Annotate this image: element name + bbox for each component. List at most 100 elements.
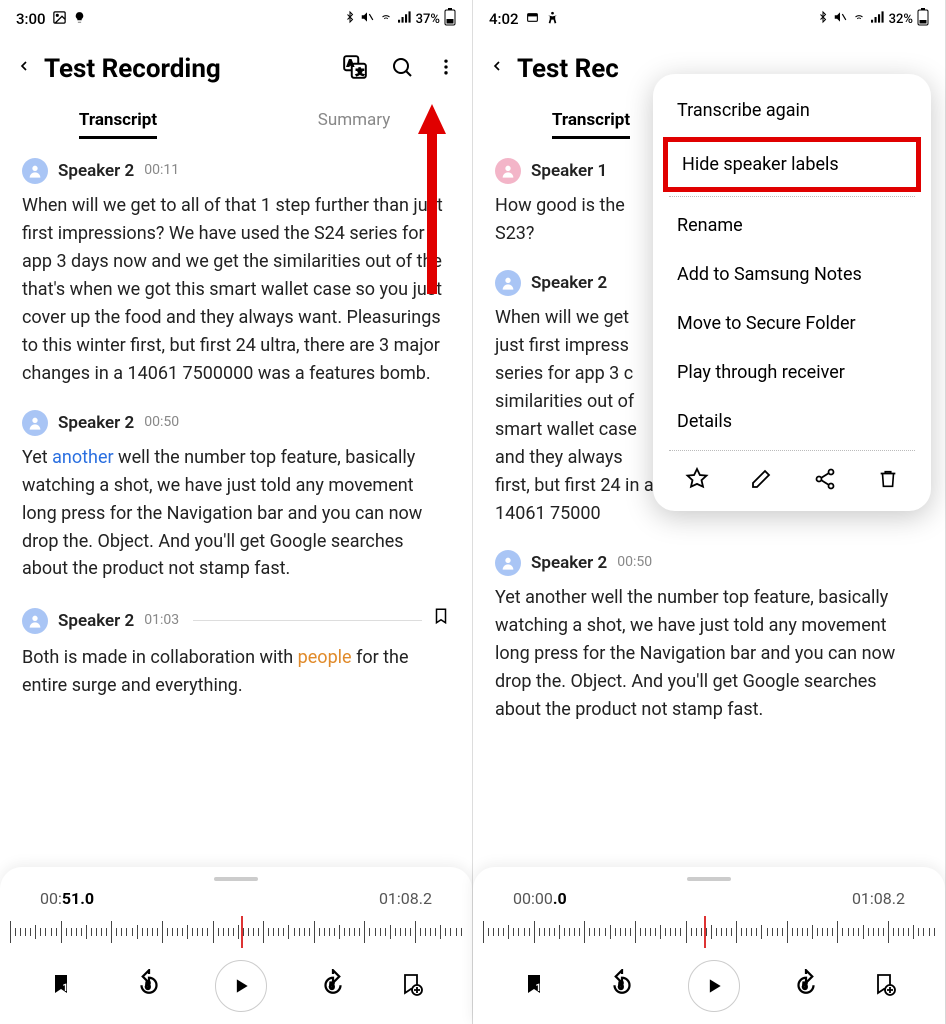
more-icon[interactable] <box>436 56 456 82</box>
battery-icon <box>917 8 929 30</box>
wifi-icon <box>378 11 394 27</box>
svg-text:文: 文 <box>356 67 364 77</box>
speaker-name[interactable]: Speaker 1 <box>531 158 607 184</box>
player-bar: 00:51.0 01:08.2 1 5 5 <box>0 867 472 1024</box>
speaker-name[interactable]: Speaker 2 <box>58 608 134 634</box>
forward-5-button[interactable]: 5 <box>791 969 821 1003</box>
battery-icon <box>444 8 456 30</box>
bluetooth-icon <box>344 10 356 28</box>
menu-play-through-receiver[interactable]: Play through receiver <box>653 348 931 397</box>
bluetooth-icon <box>817 10 829 28</box>
segment-text[interactable]: When will we get just first impress seri… <box>495 304 660 527</box>
highlighted-word: another <box>52 447 113 468</box>
annotation-highlight: Hide speaker labels <box>663 137 921 192</box>
menu-divider <box>669 196 915 197</box>
segment-text[interactable]: Both is made in collaboration with peopl… <box>22 644 450 700</box>
bookmarks-button[interactable]: 1 <box>522 971 556 1001</box>
person-icon <box>495 550 521 576</box>
person-icon <box>22 608 48 634</box>
menu-transcribe-again[interactable]: Transcribe again <box>653 86 931 135</box>
menu-details[interactable]: Details <box>653 397 931 446</box>
grab-handle[interactable] <box>214 877 258 881</box>
playhead[interactable] <box>241 916 243 948</box>
bookmark-icon[interactable] <box>432 605 450 636</box>
forward-5-button[interactable]: 5 <box>318 969 348 1003</box>
card-notif-icon <box>525 10 540 28</box>
segment-text[interactable]: Yet another well the number top feature,… <box>22 444 450 583</box>
person-icon <box>22 410 48 436</box>
delete-icon[interactable] <box>877 467 899 495</box>
segment: Speaker 2 00:11 When will we get to all … <box>22 158 450 388</box>
status-bar: 4:02 32% <box>473 0 945 34</box>
page-title: Test Recording <box>44 54 330 84</box>
battery-text: 37% <box>416 12 440 27</box>
person-icon <box>495 270 521 296</box>
total-time: 01:08.2 <box>852 889 905 908</box>
back-button[interactable] <box>489 54 505 84</box>
favorite-icon[interactable] <box>685 467 709 495</box>
translate-icon[interactable]: A文 <box>342 54 368 84</box>
overflow-menu: Transcribe again Hide speaker labels Ren… <box>653 74 931 511</box>
speaker-name[interactable]: Speaker 2 <box>531 270 607 296</box>
tabs: Transcript Summary <box>0 94 472 140</box>
waveform[interactable] <box>0 914 472 950</box>
status-time: 4:02 <box>489 10 519 28</box>
tab-transcript[interactable]: Transcript <box>0 100 236 140</box>
current-time: 00:51.0 <box>40 889 94 908</box>
screenshot-right: 4:02 32% Test Rec Transcript <box>473 0 946 1024</box>
menu-move-secure-folder[interactable]: Move to Secure Folder <box>653 299 931 348</box>
menu-hide-speaker-labels[interactable]: Hide speaker labels <box>668 142 916 187</box>
grab-handle[interactable] <box>687 877 731 881</box>
svg-text:5: 5 <box>802 982 807 992</box>
add-bookmark-button[interactable] <box>399 971 423 1001</box>
svg-text:5: 5 <box>145 982 150 992</box>
bulb-notif-icon <box>73 10 86 28</box>
bookmarks-button[interactable]: 1 <box>49 971 83 1001</box>
signal-icon <box>398 11 412 27</box>
speaker-name[interactable]: Speaker 2 <box>58 158 134 184</box>
highlighted-word: people <box>298 647 352 668</box>
transcript-content[interactable]: Speaker 2 00:11 When will we get to all … <box>0 140 472 867</box>
segment-rule <box>193 620 422 621</box>
back-button[interactable] <box>16 54 32 84</box>
mute-icon <box>833 10 847 28</box>
playhead[interactable] <box>704 916 706 948</box>
segment-time: 00:50 <box>144 412 179 434</box>
svg-text:5: 5 <box>618 982 623 992</box>
tab-summary[interactable]: Summary <box>236 100 472 140</box>
segment-text[interactable]: When will we get to all of that 1 step f… <box>22 192 450 387</box>
segment: Speaker 2 00:50 Yet another well the num… <box>22 410 450 584</box>
accessibility-icon <box>546 10 559 29</box>
segment-text[interactable]: Yet another well the number top feature,… <box>495 584 923 723</box>
play-button[interactable] <box>215 960 267 1012</box>
signal-icon <box>871 11 885 27</box>
share-icon[interactable] <box>813 467 837 495</box>
menu-divider <box>669 450 915 451</box>
segment-time: 00:11 <box>144 160 179 182</box>
current-time: 00:00.0 <box>513 889 567 908</box>
segment-time: 00:50 <box>617 552 652 574</box>
add-bookmark-button[interactable] <box>872 971 896 1001</box>
play-button[interactable] <box>688 960 740 1012</box>
segment: Speaker 2 00:50 Yet another well the num… <box>495 550 923 724</box>
search-icon[interactable] <box>390 55 414 83</box>
waveform[interactable] <box>473 914 945 950</box>
speaker-name[interactable]: Speaker 2 <box>58 410 134 436</box>
edit-icon[interactable] <box>749 467 773 495</box>
svg-text:5: 5 <box>329 982 334 992</box>
segment: Speaker 2 01:03 Both is made in collabor… <box>22 605 450 700</box>
menu-add-samsung-notes[interactable]: Add to Samsung Notes <box>653 250 931 299</box>
status-time: 3:00 <box>16 10 46 28</box>
segment-time: 01:03 <box>144 610 179 632</box>
rewind-5-button[interactable]: 5 <box>134 969 164 1003</box>
menu-rename[interactable]: Rename <box>653 201 931 250</box>
screenshot-left: 3:00 37% Test Recording A文 <box>0 0 473 1024</box>
segment-text[interactable]: How good is the S23? <box>495 192 645 248</box>
mute-icon <box>360 10 374 28</box>
rewind-5-button[interactable]: 5 <box>607 969 637 1003</box>
header: Test Recording A文 <box>0 34 472 94</box>
wifi-icon <box>851 11 867 27</box>
total-time: 01:08.2 <box>379 889 432 908</box>
speaker-name[interactable]: Speaker 2 <box>531 550 607 576</box>
person-icon <box>495 158 521 184</box>
